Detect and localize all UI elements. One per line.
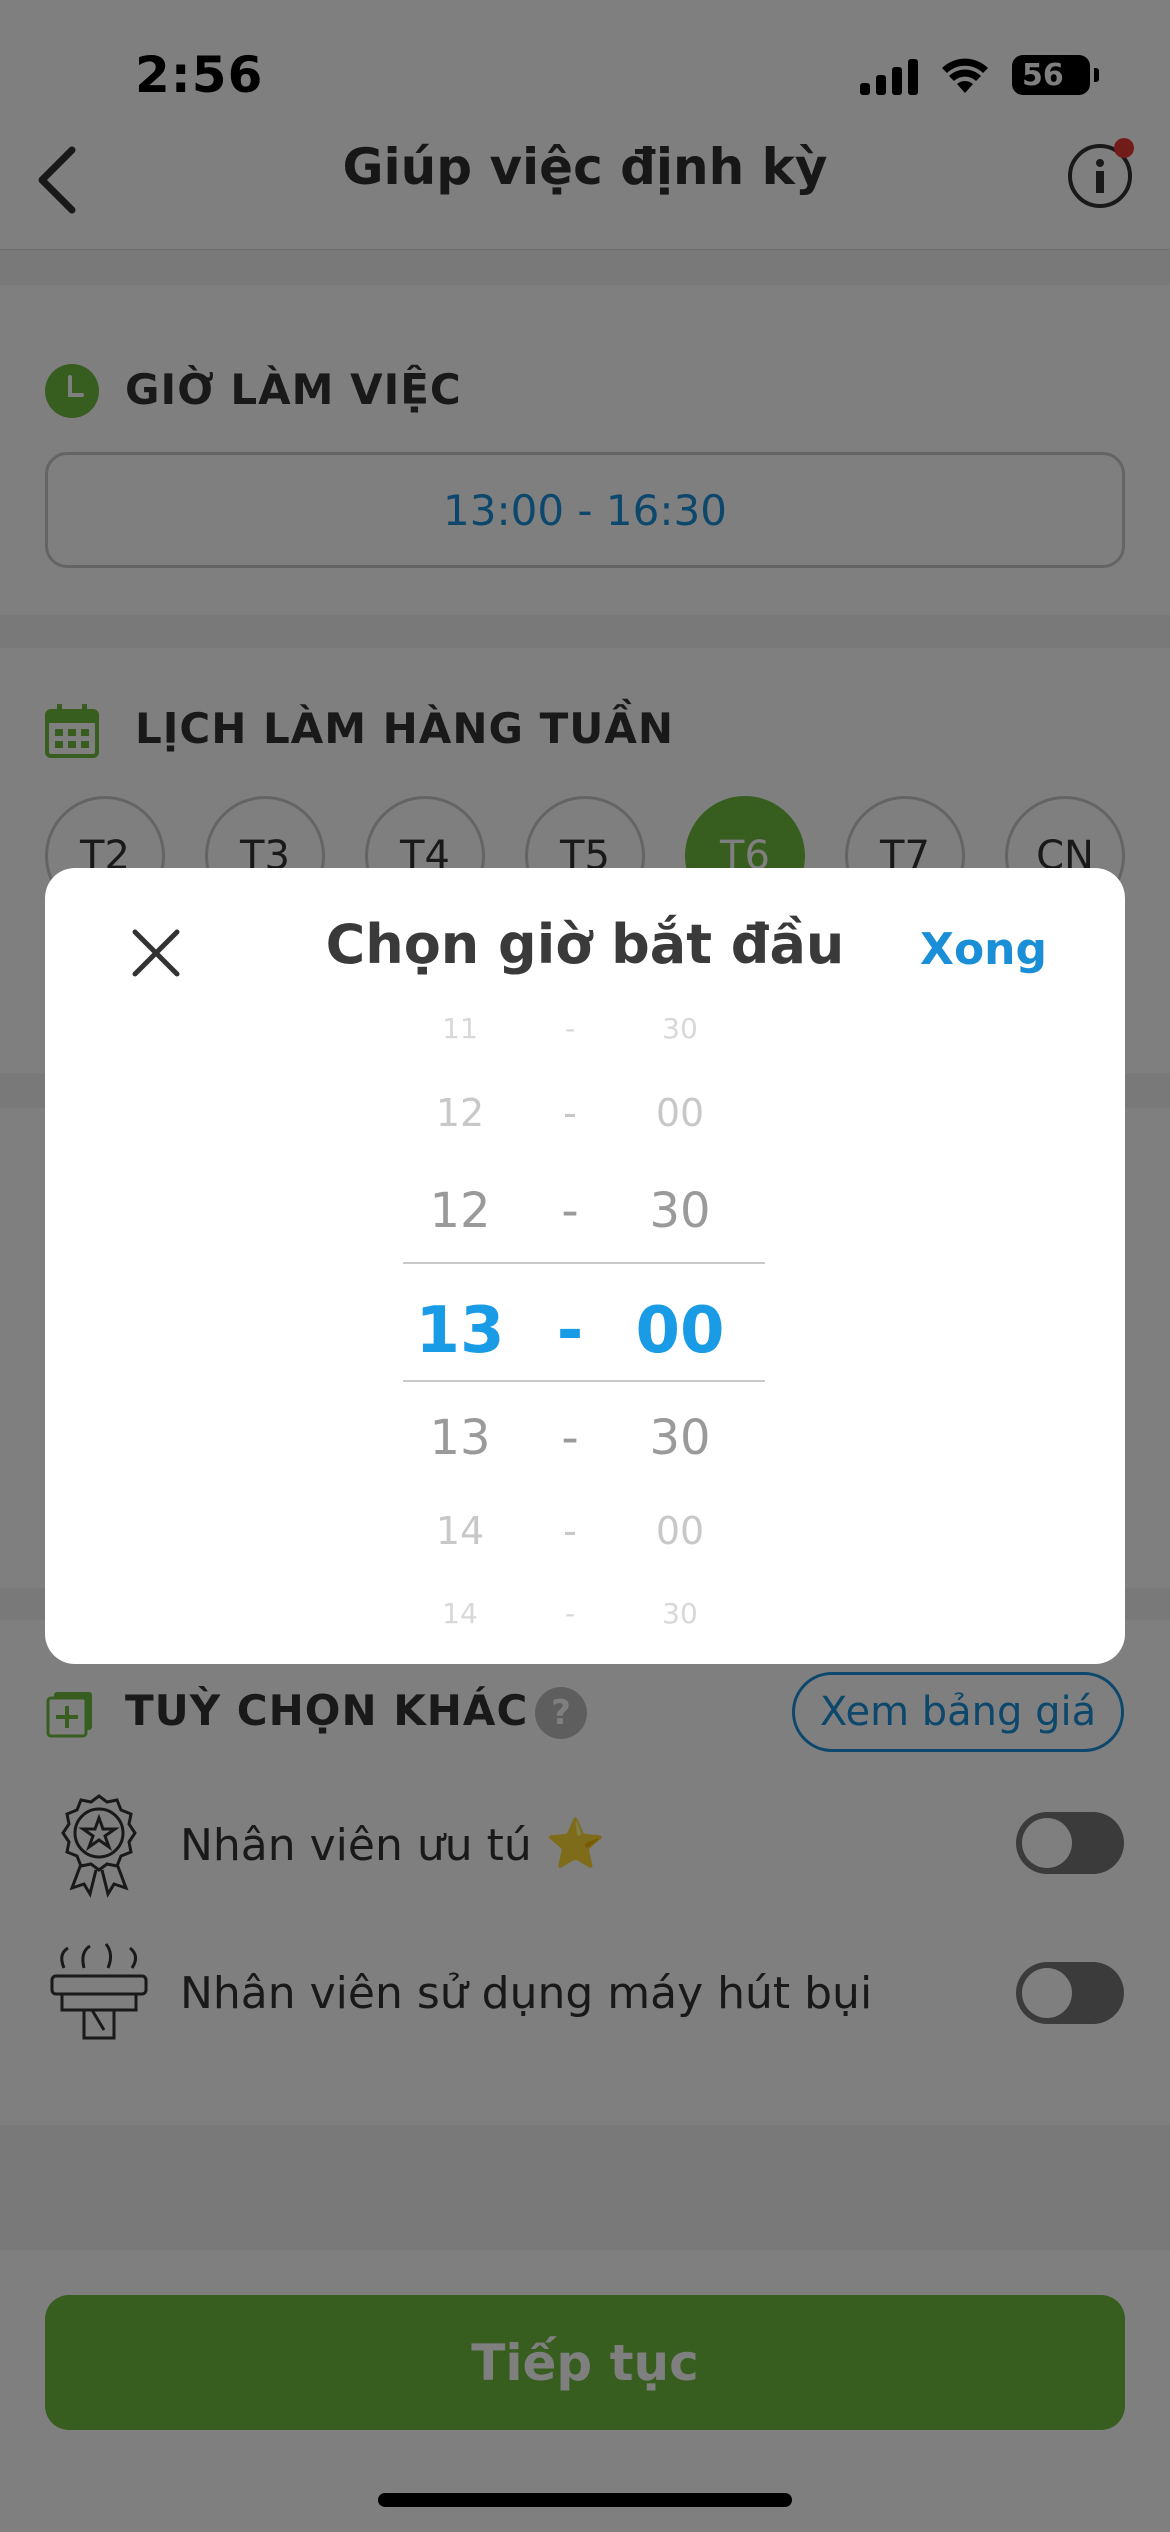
picker-row[interactable]: 11 - 30 [375,1008,765,1048]
picker-minute: 30 [662,1596,698,1630]
picker-hour: 12 [429,1183,491,1239]
picker-hour: 13 [429,1410,491,1466]
picker-minute: 00 [655,1091,705,1135]
picker-separator: - [561,1183,579,1239]
picker-row[interactable]: 12 - 30 [375,1171,765,1251]
picker-row[interactable]: 14 - 00 [375,1496,765,1566]
picker-minute: 30 [662,1011,698,1045]
picker-row[interactable]: 12 - 00 [375,1078,765,1148]
picker-row[interactable]: 13 - 30 [375,1398,765,1478]
picker-separator: - [564,1011,576,1045]
picker-hour: 12 [435,1091,485,1135]
picker-separator: - [564,1596,576,1630]
start-time-picker-modal: Chọn giờ bắt đầu Xong 11 - 30 12 - 00 12… [45,868,1125,1664]
picker-row[interactable]: 14 - 30 [375,1593,765,1633]
picker-separator: - [563,1509,577,1553]
selection-line-top [403,1262,765,1264]
picker-minute: 30 [649,1410,711,1466]
picker-hour: 11 [442,1011,478,1045]
selection-line-bottom [403,1380,765,1382]
picker-minute: 30 [649,1183,711,1239]
picker-separator: - [561,1410,579,1466]
picker-row-selected[interactable]: 13 - 00 [375,1276,765,1386]
done-button[interactable]: Xong [920,924,1047,975]
picker-minute-selected: 00 [635,1294,725,1368]
picker-separator: - [563,1091,577,1135]
time-wheel[interactable]: 11 - 30 12 - 00 12 - 30 13 - 00 13 - 30 … [45,1008,1125,1664]
picker-minute: 00 [655,1509,705,1553]
picker-separator: - [556,1294,584,1368]
picker-hour: 14 [442,1596,478,1630]
home-indicator [378,2493,792,2507]
picker-hour: 14 [435,1509,485,1553]
picker-hour-selected: 13 [415,1294,505,1368]
